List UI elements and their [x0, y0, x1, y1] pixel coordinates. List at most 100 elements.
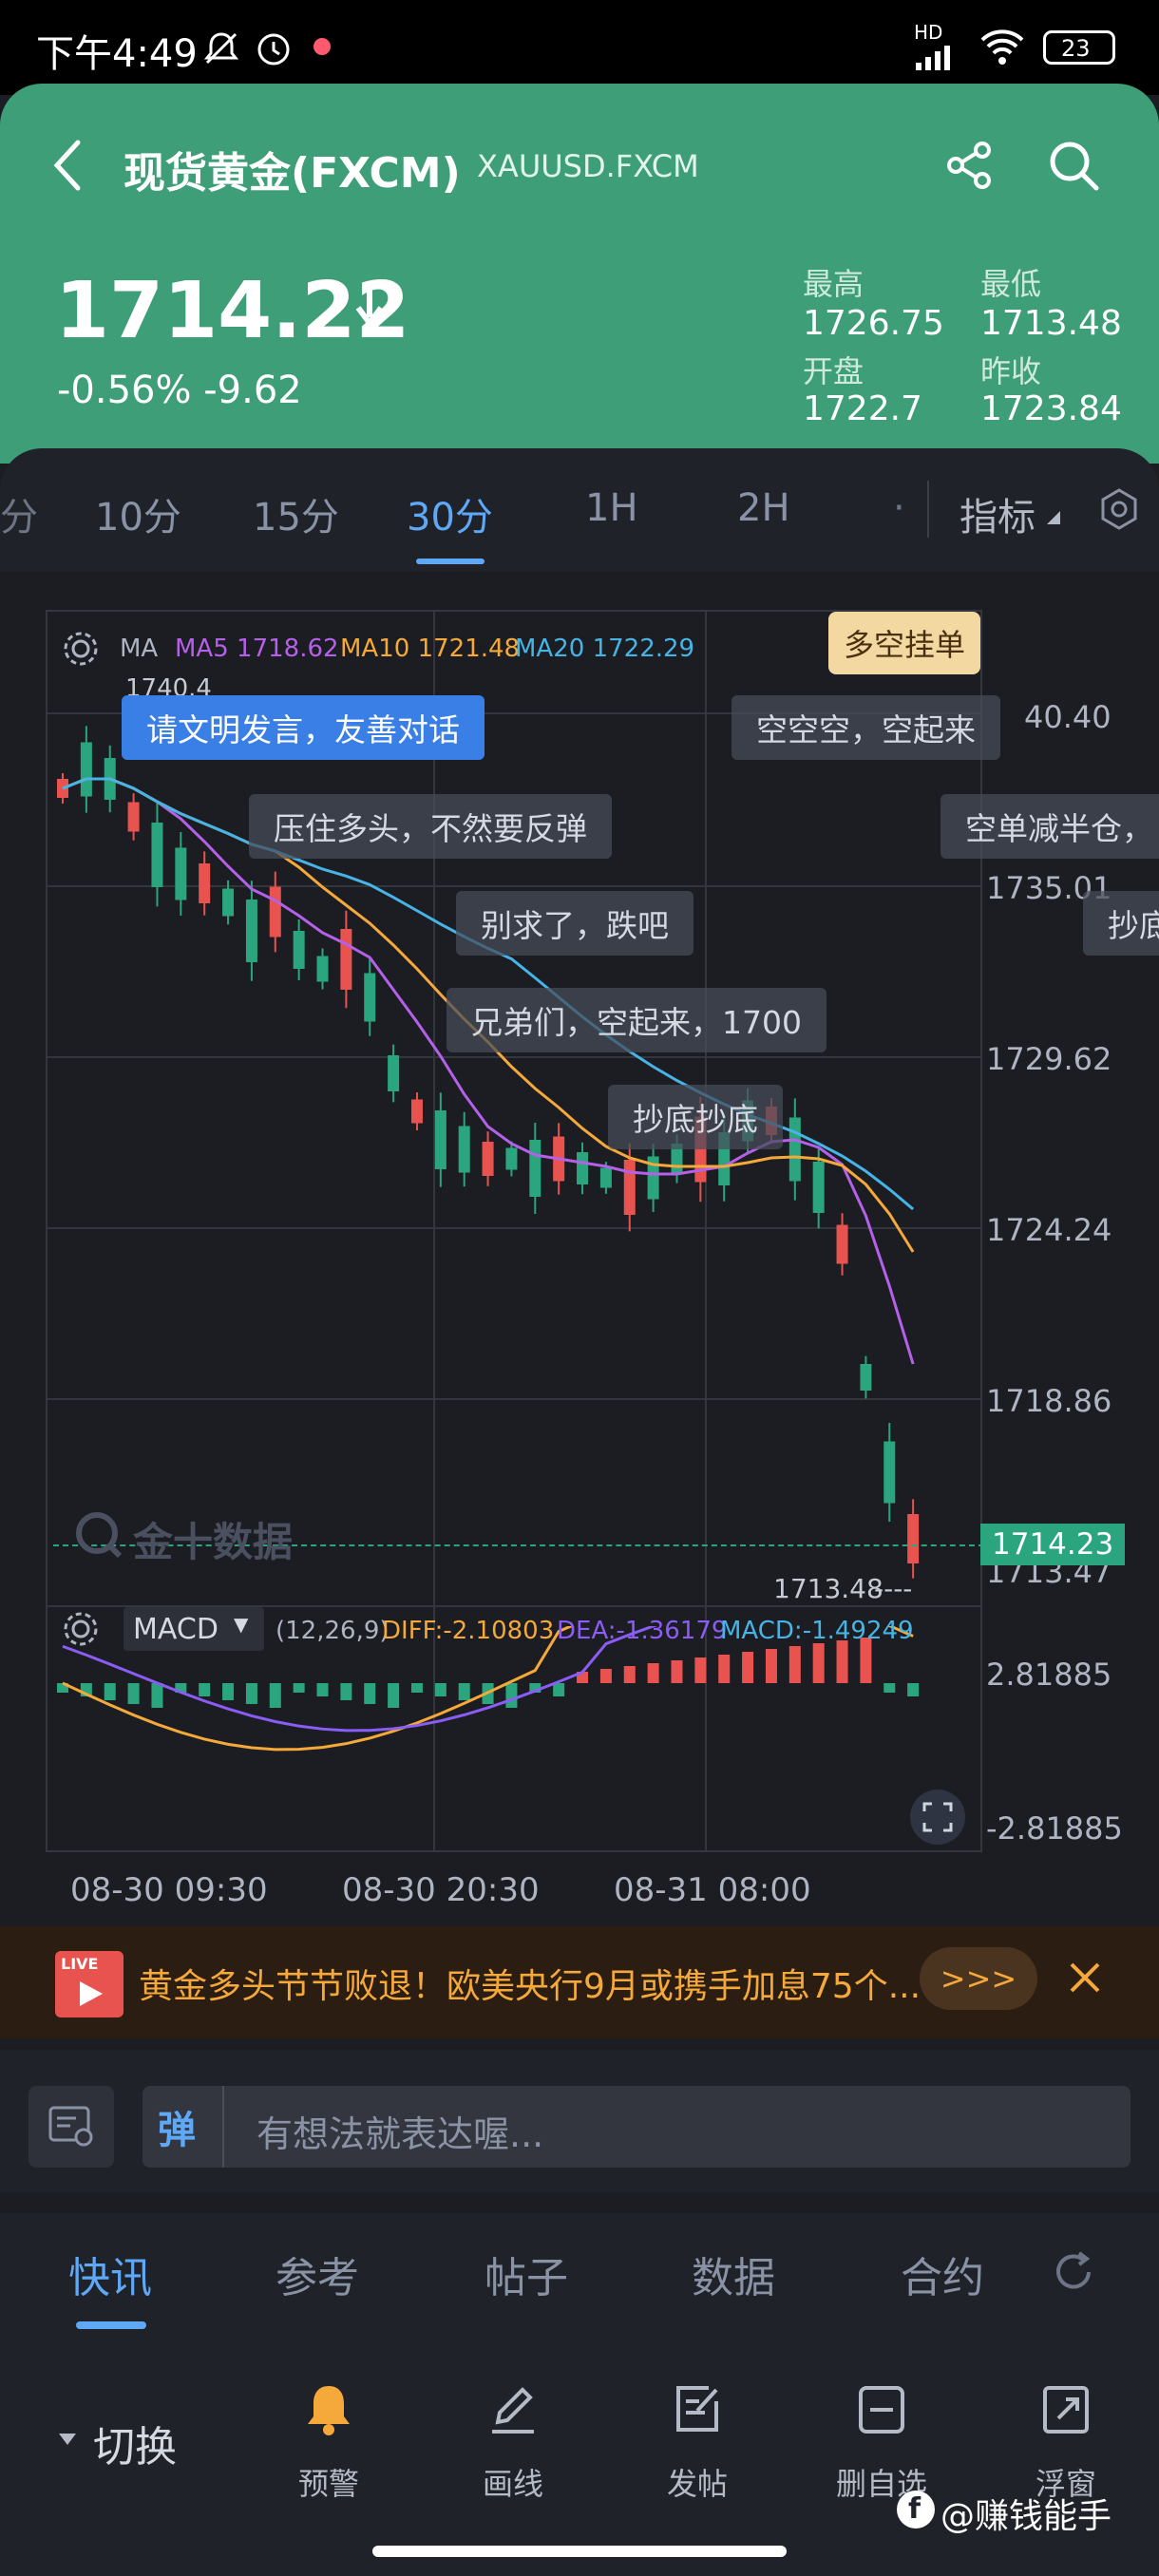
macd-diff: DIFF:-2.10803 — [382, 1617, 555, 1645]
news-headline[interactable]: 黄金多头节节败退！欧美央行9月或携手加息75个... — [139, 1959, 921, 2008]
switch-button[interactable]: 切换 — [93, 2413, 177, 2473]
tab-15min[interactable]: 15分 — [253, 486, 339, 541]
current-price-tag: 1714.23 — [980, 1524, 1126, 1565]
news-more-button[interactable]: >>> — [920, 1947, 1037, 2010]
float-window-button[interactable]: 浮窗 — [999, 2373, 1132, 2506]
battery-icon: 23 — [1043, 30, 1115, 65]
candlestick — [175, 832, 187, 916]
macd-histogram-bar — [671, 1660, 683, 1683]
macd-histogram-bar — [694, 1657, 707, 1683]
remove-watchlist-button[interactable]: 删自选 — [815, 2373, 948, 2506]
tab-posts[interactable]: 帖子 — [484, 2244, 568, 2304]
macd-histogram-bar — [836, 1640, 848, 1683]
alert-button[interactable]: 预警 — [262, 2373, 395, 2506]
candlestick — [293, 919, 305, 980]
ma10-value: MA10 1721.48 — [340, 635, 521, 663]
pencil-icon — [492, 2387, 534, 2434]
refresh-icon[interactable] — [1051, 2249, 1096, 2295]
close-icon[interactable] — [1068, 1960, 1102, 1995]
post-label: 发帖 — [666, 2466, 728, 2502]
bell-off-icon — [203, 32, 239, 65]
candlestick — [577, 1142, 589, 1195]
macd-histogram-bar — [199, 1683, 211, 1696]
candlestick — [222, 880, 235, 925]
alarm-icon — [257, 33, 290, 66]
candlestick — [907, 1499, 920, 1579]
macd-histogram-bar — [553, 1683, 565, 1696]
indicator-button[interactable]: 指标 — [960, 486, 1036, 541]
candlestick — [884, 1423, 896, 1522]
macd-histogram-bar — [434, 1683, 446, 1696]
candlestick — [647, 1144, 659, 1212]
price-axis-label: 1729.62 — [986, 1041, 1112, 1077]
macd-histogram-bar — [788, 1646, 801, 1683]
fullscreen-button[interactable] — [910, 1790, 965, 1845]
macd-settings-icon[interactable] — [61, 1609, 101, 1649]
macd-histogram-bar — [884, 1683, 896, 1693]
candlestick — [836, 1213, 848, 1276]
tab-news-flash[interactable]: 快讯 — [68, 2244, 152, 2304]
prev-close-value: 1723.84 — [980, 389, 1122, 428]
tab-1h[interactable]: 1H — [585, 486, 638, 530]
prev-close-label: 昨收 — [980, 353, 1042, 389]
social-logo-glyph: f — [908, 2492, 922, 2526]
price-axis-label: 40.40 — [1024, 699, 1112, 735]
dropdown-triangle-icon — [1047, 511, 1060, 524]
open-label: 开盘 — [803, 353, 864, 389]
macd-histogram-bar — [812, 1643, 825, 1683]
chart-settings-icon[interactable] — [1096, 486, 1142, 532]
bell-icon — [308, 2386, 350, 2435]
status-time: 下午4:49 — [36, 32, 198, 76]
macd-selector[interactable]: MACD ▼ — [124, 1607, 264, 1651]
battery-level: 23 — [1061, 35, 1091, 62]
macd-selector-label: MACD — [133, 1613, 218, 1646]
danmu-toggle-button[interactable] — [28, 2086, 114, 2168]
tab-contract[interactable]: 合约 — [901, 2244, 984, 2304]
back-arrow-icon[interactable] — [49, 137, 87, 194]
news-banner[interactable]: LIVE 黄金多头节节败退！欧美央行9月或携手加息75个... >>> — [0, 1926, 1159, 2038]
tab-30min[interactable]: 30分 — [407, 486, 493, 541]
macd-value: MACD:-1.49249 — [720, 1617, 914, 1645]
tab-more-edge: · — [893, 486, 905, 530]
macd-histogram-bar — [104, 1683, 116, 1700]
long-short-order-button[interactable]: 多空挂单 — [828, 612, 981, 674]
comment-input[interactable]: 弹 有想法就表达喔... — [142, 2086, 1130, 2168]
macd-histogram-bar — [388, 1683, 400, 1708]
search-icon[interactable] — [1045, 137, 1102, 194]
tab-2h[interactable]: 2H — [737, 486, 790, 530]
share-icon[interactable] — [942, 139, 996, 192]
macd-histogram-bar — [269, 1683, 281, 1708]
chevron-down-icon: ▼ — [234, 1613, 249, 1636]
comment-placeholder: 有想法就表达喔... — [256, 2113, 544, 2155]
macd-histogram-bar — [410, 1683, 423, 1693]
home-indicator — [372, 2546, 787, 2557]
macd-histogram-bar — [718, 1655, 731, 1683]
draw-line-label: 画线 — [482, 2466, 543, 2502]
macd-histogram-bar — [742, 1652, 754, 1683]
draw-line-button[interactable]: 画线 — [446, 2373, 580, 2506]
down-arrow-icon — [355, 287, 384, 328]
macd-axis-top: 2.81885 — [986, 1657, 1112, 1693]
high-value: 1726.75 — [803, 304, 944, 343]
macd-chart[interactable] — [46, 1626, 982, 1854]
tabs-divider — [927, 481, 929, 538]
signal-icon — [916, 46, 950, 70]
macd-histogram-bar — [316, 1683, 329, 1696]
macd-histogram-bar — [599, 1669, 612, 1683]
ma-settings-icon[interactable] — [61, 629, 101, 669]
post-button[interactable]: 发帖 — [631, 2373, 764, 2506]
active-tab-indicator — [416, 559, 484, 564]
alert-label: 预警 — [297, 2466, 359, 2502]
candlestick — [151, 803, 163, 907]
ma5-line — [62, 777, 915, 1365]
time-axis-label: 08-30 09:30 — [70, 1871, 268, 1909]
tab-reference[interactable]: 参考 — [276, 2244, 359, 2304]
macd-histogram-bar — [127, 1683, 140, 1704]
candlestick — [388, 1044, 400, 1103]
tab-10min[interactable]: 10分 — [95, 486, 181, 541]
tab-data[interactable]: 数据 — [692, 2244, 775, 2304]
danmu-notice: 请文明发言，友善对话 — [122, 695, 484, 760]
high-label: 最高 — [803, 266, 864, 302]
danmu-comment: 兄弟们，空起来，1700 — [446, 988, 826, 1052]
ma5-value: MA5 1718.62 — [175, 635, 339, 663]
